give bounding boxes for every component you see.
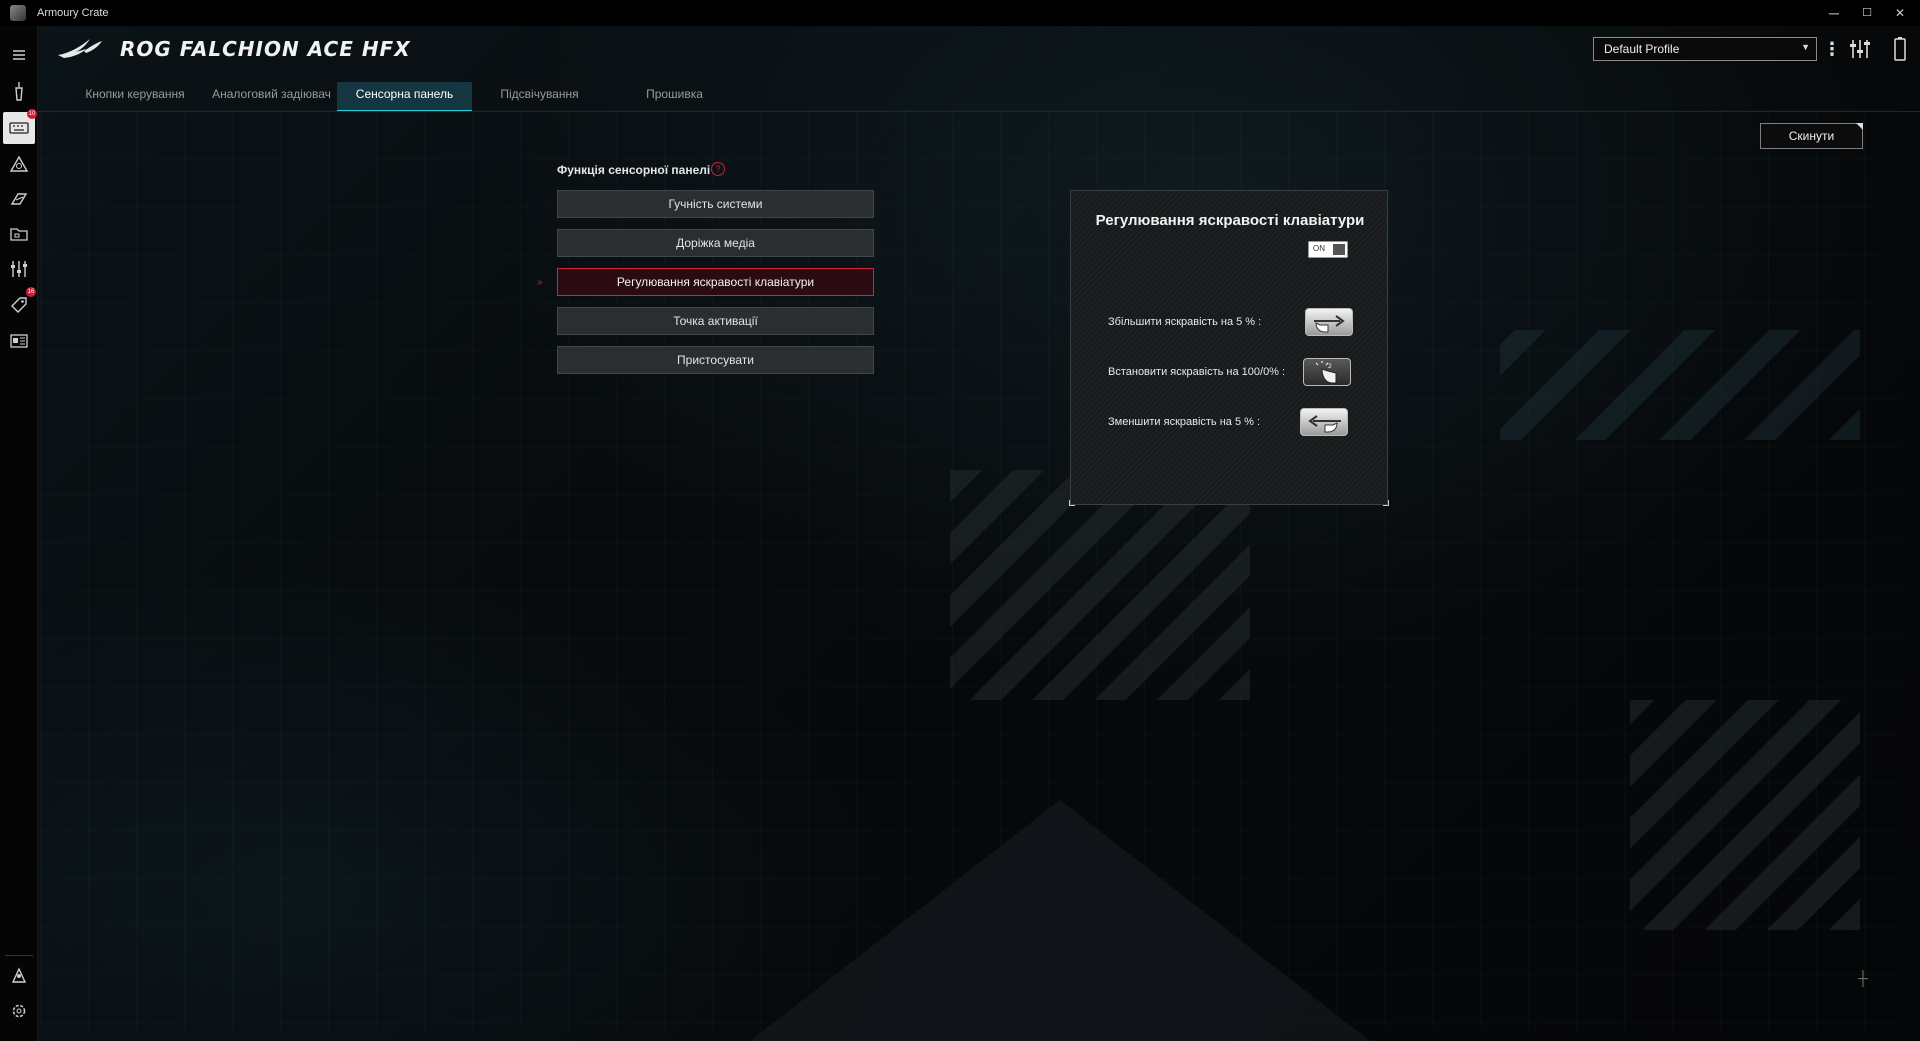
function-customize[interactable]: Пристосувати [557, 346, 874, 374]
user-icon[interactable] [4, 961, 34, 991]
sidebar-divider [5, 955, 33, 956]
minimize-button[interactable]: ─ [1819, 2, 1849, 24]
equalizer-icon[interactable] [1847, 36, 1873, 62]
detail-panel: Регулювання яскравості клавіатури ON Збі… [1069, 190, 1389, 506]
sliders-icon[interactable] [4, 254, 34, 284]
hamburger-icon[interactable] [4, 40, 34, 70]
gamevisual-icon[interactable] [4, 184, 34, 214]
notification-badge: 16 [26, 287, 36, 297]
maximize-button[interactable]: ☐ [1852, 2, 1882, 24]
section-title: Функція сенсорної панелі [557, 163, 711, 177]
folder-icon[interactable] [4, 219, 34, 249]
gesture-label-decrease: Зменшити яскравість на 5 % : [1108, 416, 1261, 428]
toggle-state-label: ON [1313, 244, 1325, 253]
gesture-label-increase: Збільшити яскравість на 5 % : [1108, 316, 1262, 328]
tab-touch-panel[interactable]: Сенсорна панель [337, 82, 472, 112]
reset-button-label: Скинути [1788, 129, 1835, 143]
tab-underline [38, 111, 1920, 112]
sidebar: 10 16 [0, 26, 38, 1041]
background-stripes [1500, 330, 1860, 440]
corner-decoration [1383, 500, 1389, 506]
reset-button[interactable]: Скинути [1760, 123, 1863, 149]
selection-arrow-icon: » [537, 277, 543, 288]
news-icon[interactable] [4, 326, 34, 356]
function-keyboard-brightness[interactable]: Регулювання яскравості клавіатури [557, 268, 874, 296]
profile-selected-value: Default Profile [1604, 42, 1680, 56]
app-logo-icon [10, 5, 26, 21]
swipe-left-icon [1300, 408, 1348, 436]
gear-icon[interactable] [4, 996, 34, 1026]
keyboard-icon [9, 122, 29, 134]
help-icon[interactable]: ? [711, 162, 725, 176]
swipe-right-icon [1305, 308, 1353, 336]
crosshair-icon: ┼ [1858, 970, 1868, 986]
product-title: ROG FALCHION ACE HFX [120, 37, 411, 61]
tab-lighting[interactable]: Підсвічування [472, 82, 607, 112]
tab-firmware[interactable]: Прошивка [607, 82, 742, 112]
background-stripes [1630, 700, 1860, 930]
battery-icon [1894, 37, 1906, 61]
double-tap-icon: 2 [1303, 358, 1351, 386]
toggle-knob [1333, 244, 1345, 255]
tag-icon[interactable]: 16 [4, 287, 36, 320]
enable-toggle[interactable]: ON [1308, 241, 1348, 258]
more-options-icon[interactable]: ⋮ [1823, 36, 1841, 62]
function-actuation-point[interactable]: Точка активації [557, 307, 874, 335]
tab-analog-actuator[interactable]: Аналоговий задіювач [205, 82, 338, 112]
corner-decoration [1856, 123, 1863, 130]
background-triangle [750, 800, 1370, 1041]
profile-dropdown[interactable]: Default Profile ▼ [1593, 37, 1817, 61]
corner-decoration [1069, 500, 1075, 506]
tab-control-buttons[interactable]: Кнопки керування [70, 82, 200, 112]
tab-bar: Кнопки керування Аналоговий задіювач Сен… [70, 82, 1920, 112]
svg-text:2: 2 [1328, 363, 1332, 370]
chevron-down-icon: ▼ [1801, 42, 1810, 52]
notification-badge: 10 [27, 109, 37, 119]
gesture-label-set: Встановити яскравість на 100/0% : [1108, 366, 1286, 378]
detail-title: Регулювання яскравості клавіатури [1095, 212, 1365, 229]
function-system-volume[interactable]: Гучність системи [557, 190, 874, 218]
close-button[interactable]: ✕ [1885, 2, 1915, 24]
aura-icon[interactable] [4, 149, 34, 179]
device-icon[interactable] [4, 76, 34, 106]
window-title: Armoury Crate [37, 7, 109, 19]
function-media-track[interactable]: Доріжка медіа [557, 229, 874, 257]
rog-logo-icon [58, 39, 102, 58]
window-titlebar: Armoury Crate ─ ☐ ✕ [0, 0, 1920, 26]
sidebar-item-keyboard[interactable]: 10 [3, 109, 37, 144]
background [0, 0, 1920, 1041]
